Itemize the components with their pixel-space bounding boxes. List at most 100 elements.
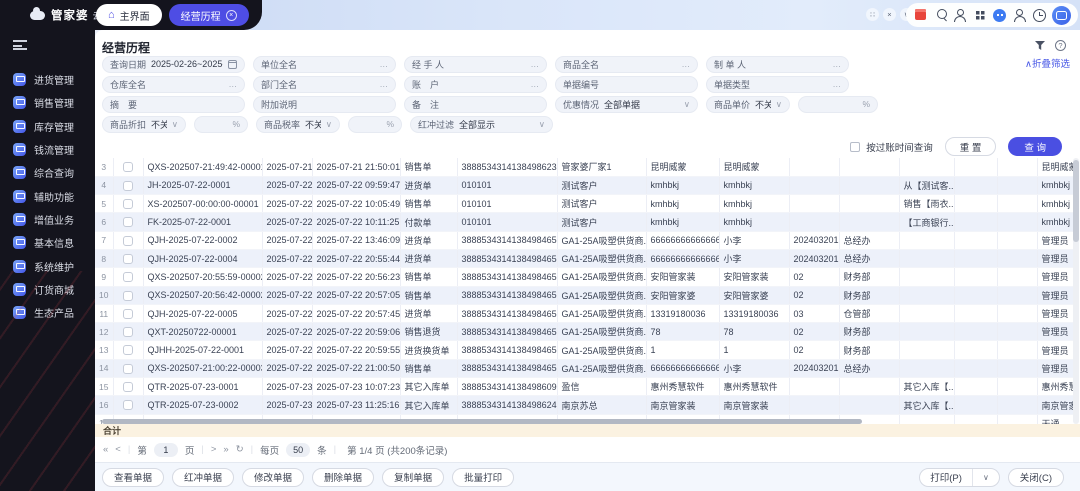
filter-product-price-percent[interactable]: % [798,96,878,113]
chevron-down-icon[interactable]: ∨ [172,119,178,130]
page-input[interactable]: 1 [154,443,178,457]
table-row[interactable]: 12 QXT-20250722-00001 2025-07-22 2025-07… [95,323,1073,341]
row-checkbox[interactable] [123,291,133,301]
close-window-button[interactable]: × [883,8,896,21]
service-icon[interactable] [1012,8,1027,23]
filter-remark[interactable]: 备 注 [404,96,547,113]
delete-bill-button[interactable]: 删除单据 [312,468,374,487]
table-row[interactable]: 15 QTR-2025-07-23-0001 2025-07-23 2025-0… [95,378,1073,396]
filter-red-flush-filter[interactable]: 红冲过滤 全部显示 ∨ [410,116,553,133]
filter-discount-status[interactable]: 优惠情况 全部单据 ∨ [555,96,698,113]
row-checkbox[interactable] [123,199,133,209]
more-options-icon[interactable]: … [229,79,238,89]
more-options-icon[interactable]: … [682,59,691,69]
row-checkbox[interactable] [123,309,133,319]
menu-toggle-icon[interactable] [13,40,27,50]
apps-icon[interactable] [973,8,988,23]
filter-product-tax-percent[interactable]: % [348,116,402,133]
red-flush-bill-button[interactable]: 红冲单据 [172,468,234,487]
filter-account[interactable]: 账 户 … [404,76,547,93]
tab-close-icon[interactable]: × [226,10,237,21]
vertical-scrollbar-thumb[interactable] [1073,160,1079,242]
tab-business-history[interactable]: 经营历程 × [169,4,249,26]
sidebar-item-purchase[interactable]: 进货管理 [0,68,95,91]
calendar-icon[interactable] [228,60,237,69]
assistant-icon[interactable] [1052,6,1071,25]
posting-time-checkbox[interactable] [850,142,860,152]
gift-icon[interactable] [913,8,928,23]
print-button[interactable]: 打印(P) [920,469,972,486]
row-checkbox[interactable] [123,162,133,172]
first-page-button[interactable]: « [103,444,108,455]
sidebar-item-mall[interactable]: 订货商城 [0,278,95,301]
sidebar-item-basic-info[interactable]: 基本信息 [0,231,95,254]
search-button[interactable]: 查 询 [1008,137,1062,156]
filter-product-tax-rate[interactable]: 商品税率 不关心 ∨ [256,116,340,133]
sidebar-item-value-added[interactable]: 增值业务 [0,208,95,231]
chevron-down-icon[interactable]: ∨ [776,99,782,110]
table-row[interactable]: 7 QJH-2025-07-22-0002 2025-07-22 2025-07… [95,231,1073,249]
more-options-icon[interactable]: … [380,79,389,89]
message-icon[interactable] [992,8,1007,23]
table-row[interactable]: 10 QXS-202507-20:56:42-00002 2025-07-22 … [95,286,1073,304]
filter-summary[interactable]: 摘 要 [102,96,245,113]
sidebar-item-inventory[interactable]: 库存管理 [0,115,95,138]
batch-print-button[interactable]: 批量打印 [452,468,514,487]
table-row[interactable]: 9 QXS-202507-20:55:59-00002 2025-07-22 2… [95,268,1073,286]
last-page-button[interactable]: » [223,444,228,455]
table-row[interactable]: 16 QTR-2025-07-23-0002 2025-07-23 2025-0… [95,396,1073,414]
filter-handler[interactable]: 经 手 人 … [404,56,547,73]
tab-home[interactable]: ⌂ 主界面 [96,4,162,26]
table-row[interactable]: 8 QJH-2025-07-22-0004 2025-07-22 2025-07… [95,249,1073,267]
more-options-icon[interactable]: … [380,59,389,69]
restore-window-button[interactable]: ∷ [866,8,879,21]
sidebar-item-sales[interactable]: 销售管理 [0,91,95,114]
filter-bill-type[interactable]: 单据类型 … [706,76,849,93]
row-checkbox[interactable] [123,400,133,410]
row-checkbox[interactable] [123,254,133,264]
more-options-icon[interactable]: … [531,79,540,89]
refresh-icon[interactable]: ↻ [236,444,244,455]
prev-page-button[interactable]: < [115,444,121,455]
chevron-down-icon[interactable]: ∨ [326,119,332,130]
close-button[interactable]: 关闭(C) [1008,468,1064,487]
table-row[interactable]: 14 QXS-202507-21:00:22-00003 2025-07-22 … [95,359,1073,377]
more-options-icon[interactable]: … [833,79,842,89]
filter-product-discount-percent[interactable]: % [194,116,248,133]
filter-product-fullname[interactable]: 商品全名 … [555,56,698,73]
filter-funnel-icon[interactable] [1035,41,1045,50]
sidebar-item-query[interactable]: 综合查询 [0,161,95,184]
table-row[interactable]: 3 QXS-202507-21:49:42-00001 2025-07-21 2… [95,158,1073,176]
row-checkbox[interactable] [123,236,133,246]
chevron-down-icon[interactable]: ∨ [539,119,545,130]
modify-bill-button[interactable]: 修改单据 [242,468,304,487]
sidebar-item-eco[interactable]: 生态产品 [0,301,95,324]
more-options-icon[interactable]: … [531,59,540,69]
filter-bill-maker[interactable]: 制 单 人 … [706,56,849,73]
table-row[interactable]: 6 FK-2025-07-22-0001 2025-07-22 2025-07-… [95,213,1073,231]
row-checkbox[interactable] [123,217,133,227]
filter-department-fullname[interactable]: 部门全名 … [253,76,396,93]
print-dropdown-caret[interactable]: ∨ [972,469,999,486]
row-checkbox[interactable] [123,345,133,355]
row-checkbox[interactable] [123,364,133,374]
filter-product-discount[interactable]: 商品折扣 不关心 ∨ [102,116,186,133]
per-page-input[interactable]: 50 [286,443,310,457]
filter-query-date[interactable]: 查询日期 2025-02-26~2025-08-2 [102,56,245,73]
next-page-button[interactable]: > [211,444,217,455]
more-options-icon[interactable]: … [833,59,842,69]
sidebar-item-assist[interactable]: 辅助功能 [0,184,95,207]
copy-bill-button[interactable]: 复制单据 [382,468,444,487]
filter-bill-number[interactable]: 单据编号 [555,76,698,93]
sidebar-item-cashflow[interactable]: 钱流管理 [0,138,95,161]
filter-extra-note[interactable]: 附加说明 [253,96,396,113]
table-row[interactable]: 5 XS-202507-00:00:00-00001 2025-07-22 20… [95,195,1073,213]
chevron-down-icon[interactable]: ∨ [684,99,690,110]
table-row[interactable]: 4 JH-2025-07-22-0001 2025-07-22 2025-07-… [95,176,1073,194]
search-icon[interactable] [933,8,948,23]
table-row[interactable]: 13 QJHH-2025-07-22-0001 2025-07-22 2025-… [95,341,1073,359]
reset-button[interactable]: 重 置 [945,137,997,156]
help-icon[interactable]: ? [1055,40,1066,51]
view-bill-button[interactable]: 查看单据 [102,468,164,487]
row-checkbox[interactable] [123,181,133,191]
